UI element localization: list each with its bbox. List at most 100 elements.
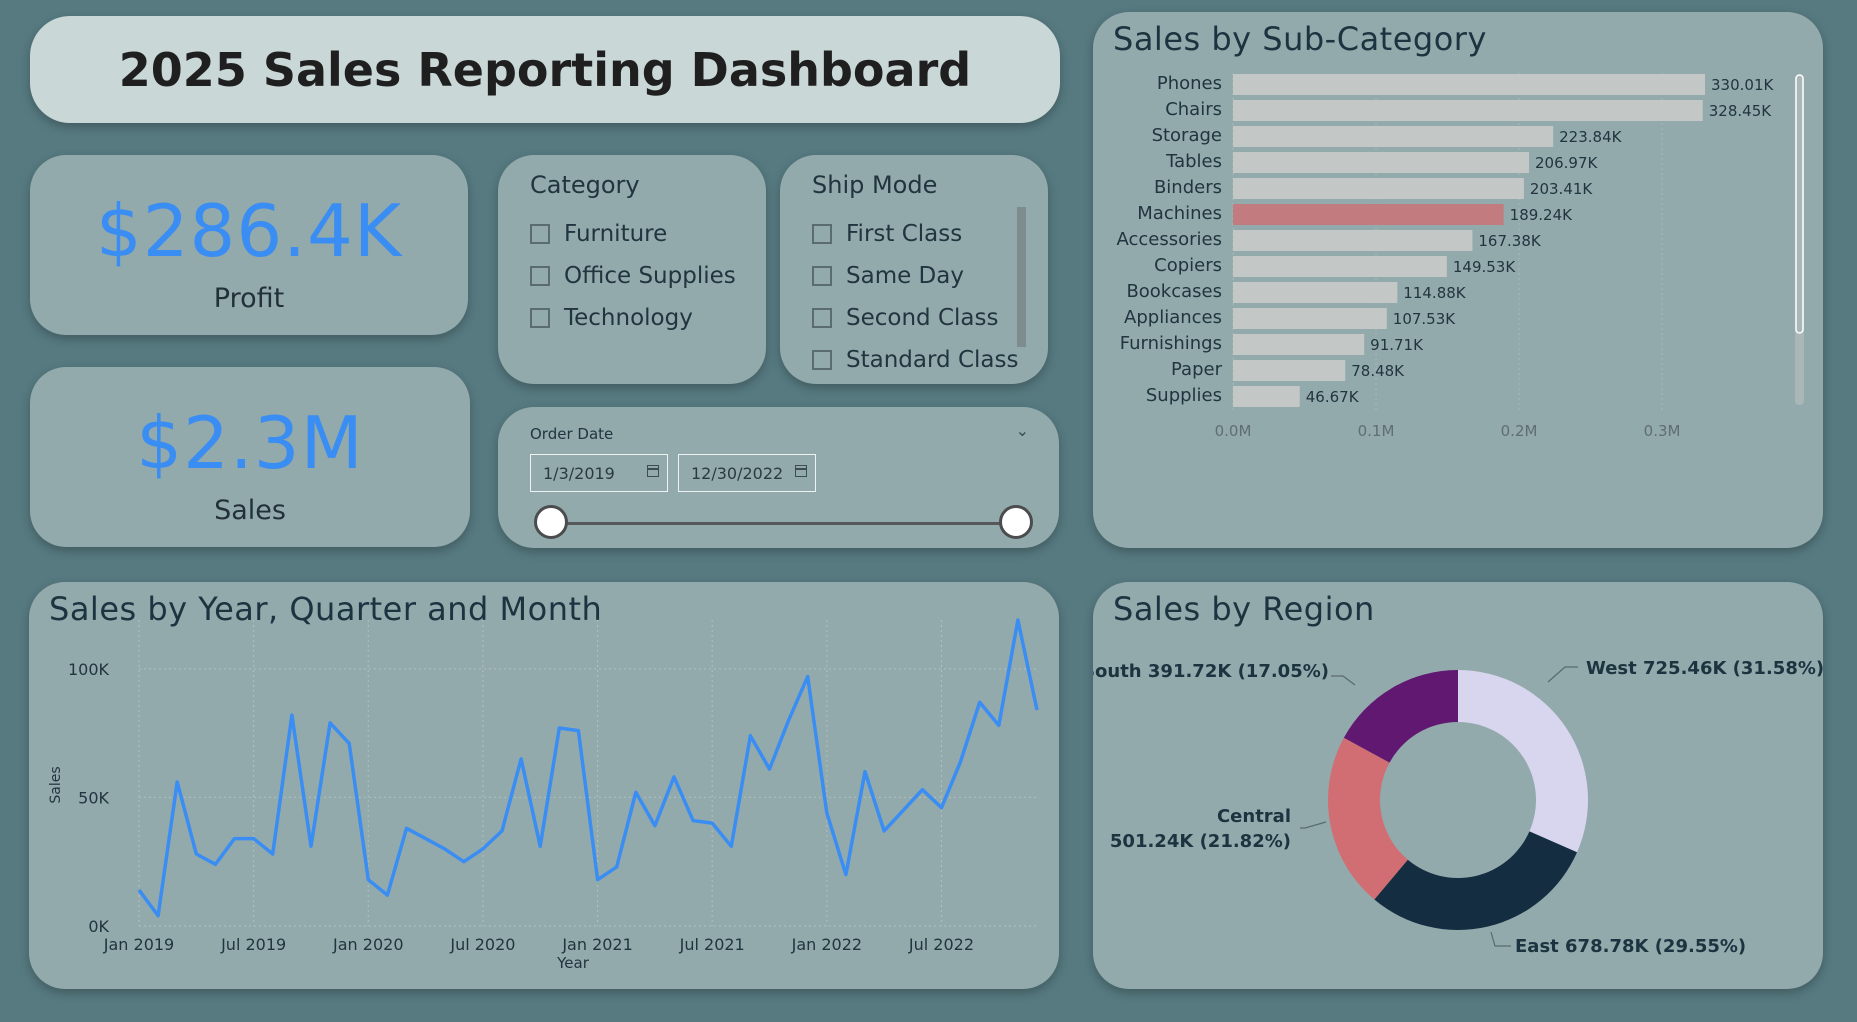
end-date-input[interactable]: 12/30/2022 <box>678 454 816 492</box>
category-label: Furnishings <box>1120 333 1222 354</box>
bar[interactable] <box>1233 256 1447 277</box>
ship-mode-option-standard-class[interactable]: Standard Class <box>812 339 1018 381</box>
leader-line <box>1490 931 1511 947</box>
calendar-icon[interactable] <box>795 465 807 477</box>
category-label: Appliances <box>1124 307 1222 328</box>
bar[interactable] <box>1233 74 1705 95</box>
bar[interactable] <box>1233 282 1398 303</box>
x-tick-label: 0.0M <box>1215 422 1252 440</box>
ship-mode-option-label: Second Class <box>846 305 999 331</box>
x-tick-label: Jul 2021 <box>679 935 745 954</box>
category-label: Machines <box>1137 203 1222 224</box>
checkbox-icon[interactable] <box>530 224 550 244</box>
date-range-track[interactable] <box>550 522 1017 525</box>
profit-kpi-card: $286.4K Profit <box>30 155 468 335</box>
category-option-label: Furniture <box>564 221 668 247</box>
category-label: Phones <box>1157 73 1222 94</box>
leader-line <box>1300 821 1327 829</box>
category-option-label: Office Supplies <box>564 263 736 289</box>
category-option-technology[interactable]: Technology <box>530 297 736 339</box>
start-date-input[interactable]: 1/3/2019 <box>530 454 668 492</box>
ship-mode-scrollbar[interactable] <box>1017 207 1026 347</box>
ship-mode-option-first-class[interactable]: First Class <box>812 213 1018 255</box>
category-label: Paper <box>1171 359 1223 380</box>
ship-mode-option-label: Same Day <box>846 263 964 289</box>
data-label: 46.67K <box>1306 388 1360 406</box>
x-tick-label: Jan 2020 <box>332 935 403 954</box>
bar[interactable] <box>1233 204 1504 225</box>
bar[interactable] <box>1233 152 1530 173</box>
data-label: 189.24K <box>1510 206 1573 224</box>
donut-slice[interactable] <box>1374 831 1578 930</box>
checkbox-icon[interactable] <box>530 308 550 328</box>
sales-by-subcategory-card: Sales by Sub-Category 0.0M 0.1M 0.2M 0.3M P… <box>1093 12 1823 548</box>
sales-label: Sales <box>214 495 286 526</box>
dashboard-title: 2025 Sales Reporting Dashboard <box>118 42 972 97</box>
ship-mode-slicer: Ship Mode First Class Same Day Second Cl… <box>780 155 1048 384</box>
slice-label-west: West 725.46K (31.58%) <box>1586 658 1823 679</box>
data-label: 206.97K <box>1535 154 1598 172</box>
bar[interactable] <box>1233 360 1346 381</box>
bar[interactable] <box>1233 386 1300 407</box>
category-slicer: Category Furniture Office Supplies Techn… <box>498 155 766 384</box>
category-label: Accessories <box>1117 229 1223 250</box>
x-tick-label: Jan 2022 <box>791 935 862 954</box>
checkbox-icon[interactable] <box>812 266 832 286</box>
data-label: 223.84K <box>1559 128 1622 146</box>
calendar-icon[interactable] <box>647 465 659 477</box>
data-label: 107.53K <box>1393 310 1456 328</box>
date-range-start-handle[interactable] <box>534 505 568 539</box>
x-tick-label: 0.2M <box>1501 422 1538 440</box>
sales-line-chart: 0K 50K 100K Jan 2019 Jul 2019 Jan 2020 Jul 202… <box>48 618 1039 972</box>
donut-slice[interactable] <box>1458 670 1588 853</box>
x-tick-label: Jan 2021 <box>561 935 632 954</box>
ship-mode-option-label: Standard Class <box>846 347 1019 373</box>
x-tick-label: Jul 2019 <box>220 935 286 954</box>
dashboard-title-card: 2025 Sales Reporting Dashboard <box>30 16 1060 123</box>
checkbox-icon[interactable] <box>812 308 832 328</box>
category-slicer-title: Category <box>530 171 640 199</box>
x-tick-label: Jan 2019 <box>103 935 174 954</box>
bar[interactable] <box>1233 308 1387 329</box>
x-axis-title: Year <box>556 954 590 972</box>
ship-mode-slicer-title: Ship Mode <box>812 171 938 199</box>
order-date-title: Order Date <box>530 425 614 443</box>
profit-value: $286.4K <box>95 189 403 273</box>
date-range-end-handle[interactable] <box>999 505 1033 539</box>
end-date-value: 12/30/2022 <box>691 463 784 483</box>
x-tick-label: 0.3M <box>1644 422 1681 440</box>
profit-label: Profit <box>213 283 285 314</box>
sales-by-date-card: Sales by Year, Quarter and Month 0K 50K 10… <box>29 582 1059 989</box>
category-label: Binders <box>1154 177 1222 198</box>
x-tick-label: Jul 2020 <box>449 935 515 954</box>
x-tick-label: Jul 2022 <box>908 935 974 954</box>
data-label: 149.53K <box>1453 258 1516 276</box>
bar[interactable] <box>1233 100 1703 121</box>
ship-mode-option-second-class[interactable]: Second Class <box>812 297 1018 339</box>
sales-by-region-card: Sales by Region West 725.46K (31.58%) Eas… <box>1093 582 1823 989</box>
ship-mode-option-same-day[interactable]: Same Day <box>812 255 1018 297</box>
bar[interactable] <box>1233 178 1524 199</box>
sales-series-line[interactable] <box>137 618 1039 918</box>
category-label: Chairs <box>1165 99 1222 120</box>
checkbox-icon[interactable] <box>530 266 550 286</box>
leader-line <box>1547 666 1578 683</box>
bar[interactable] <box>1233 230 1473 251</box>
category-label: Bookcases <box>1126 281 1222 302</box>
category-option-label: Technology <box>564 305 693 331</box>
category-label: Supplies <box>1146 385 1222 406</box>
data-label: 114.88K <box>1403 284 1466 302</box>
category-label: Copiers <box>1154 255 1222 276</box>
category-option-furniture[interactable]: Furniture <box>530 213 736 255</box>
checkbox-icon[interactable] <box>812 224 832 244</box>
chevron-down-icon[interactable]: ⌄ <box>1016 421 1029 440</box>
category-label: Storage <box>1152 125 1222 146</box>
bar[interactable] <box>1233 126 1554 147</box>
checkbox-icon[interactable] <box>812 350 832 370</box>
category-option-office-supplies[interactable]: Office Supplies <box>530 255 736 297</box>
ship-mode-option-label: First Class <box>846 221 963 247</box>
slice-label-east: East 678.78K (29.55%) <box>1515 936 1746 957</box>
bar[interactable] <box>1233 334 1365 355</box>
y-tick-label: 100K <box>68 660 110 679</box>
sales-kpi-card: $2.3M Sales <box>30 367 470 547</box>
